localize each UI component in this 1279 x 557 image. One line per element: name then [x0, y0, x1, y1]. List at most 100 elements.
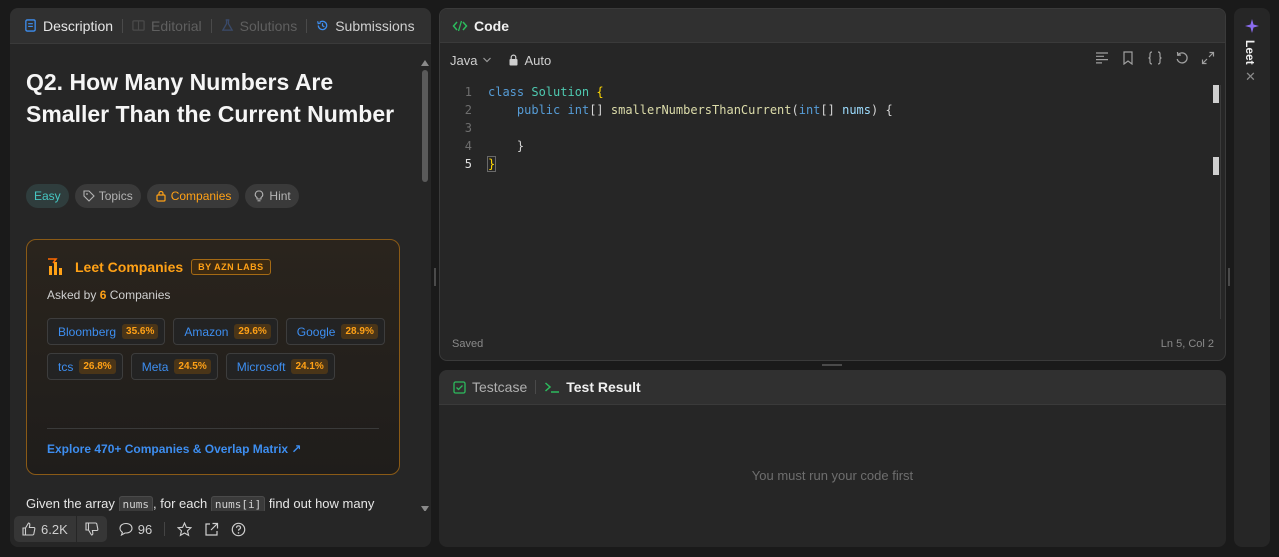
editor-scrollbar[interactable]	[1213, 85, 1221, 319]
problem-content: Q2. How Many Numbers Are Smaller Than th…	[10, 44, 431, 512]
problem-scrollbar[interactable]	[421, 60, 429, 512]
favorite-button[interactable]	[177, 521, 193, 537]
tab-test-result-label: Test Result	[566, 379, 641, 395]
tab-submissions-label: Submissions	[335, 17, 415, 34]
sparkle-icon[interactable]	[1244, 18, 1260, 34]
comment-count: 96	[137, 521, 153, 537]
companies-chip[interactable]: Companies	[146, 184, 240, 208]
scroll-track	[1220, 85, 1221, 319]
desc-text: find out how many	[268, 496, 375, 511]
tab-divider	[210, 18, 212, 33]
tab-description[interactable]: Description	[24, 18, 122, 34]
topics-chip[interactable]: Topics	[74, 184, 141, 208]
company-pct: 24.1%	[291, 359, 328, 374]
tab-divider	[122, 18, 124, 33]
book-icon	[132, 20, 145, 31]
right-resize-handle[interactable]	[1228, 268, 1230, 286]
code-editor[interactable]: 1 class Solution { 2 public int[] smalle…	[440, 83, 1225, 323]
tab-editorial-label: Editorial	[151, 17, 202, 34]
company-name: Google	[296, 324, 336, 339]
auto-mode-toggle[interactable]: Auto	[508, 53, 551, 68]
code-line: 1 class Solution {	[440, 83, 1225, 101]
tab-divider	[535, 380, 537, 394]
bar-chart-logo-icon	[48, 258, 62, 275]
like-count: 6.2K	[41, 521, 68, 537]
tab-test-result[interactable]: Test Result	[544, 379, 641, 395]
flask-icon	[221, 19, 233, 31]
dislike-button[interactable]	[77, 516, 107, 542]
leet-side-strip: Leet ✕	[1234, 8, 1270, 547]
line-source: }	[488, 139, 525, 153]
reset-icon[interactable]	[1175, 51, 1189, 65]
tab-submissions[interactable]: Submissions	[316, 18, 423, 34]
like-button[interactable]: 6.2K	[14, 516, 76, 542]
star-icon	[177, 521, 193, 537]
line-source: class Solution {	[488, 85, 604, 99]
asked-suffix: Companies	[109, 288, 171, 302]
company-name: Meta	[141, 359, 169, 374]
hint-chip[interactable]: Hint	[245, 184, 299, 208]
scroll-thumb[interactable]	[422, 70, 428, 182]
explore-companies-link[interactable]: Explore 470+ Companies & Overlap Matrix …	[47, 442, 301, 456]
tab-testcase-label: Testcase	[472, 379, 528, 395]
left-resize-handle[interactable]	[434, 268, 436, 286]
company-pill-microsoft[interactable]: Microsoft 24.1%	[225, 353, 335, 380]
auto-mode-label: Auto	[524, 52, 552, 68]
problem-footer: 6.2K 96	[10, 511, 431, 547]
company-name: tcs	[58, 359, 74, 374]
company-name: Amazon	[184, 324, 229, 339]
scroll-up-arrow-icon[interactable]	[421, 60, 429, 66]
vote-group: 6.2K	[14, 516, 107, 542]
expand-icon[interactable]	[1201, 51, 1215, 65]
close-icon[interactable]: ✕	[1245, 69, 1256, 85]
company-pct: 24.5%	[174, 359, 211, 374]
document-icon	[25, 19, 36, 32]
tab-solutions[interactable]: Solutions	[221, 18, 307, 34]
company-pill-meta[interactable]: Meta 24.5%	[130, 353, 218, 380]
language-select[interactable]: Java	[450, 53, 492, 68]
company-pct: 26.8%	[79, 359, 116, 374]
thumbs-up-icon	[22, 522, 36, 536]
inline-code: nums	[118, 496, 153, 512]
code-header-title: Code	[474, 17, 509, 34]
asked-count: 6	[99, 288, 107, 302]
checkbox-icon	[453, 380, 466, 394]
share-button[interactable]	[204, 522, 219, 537]
editor-status-bar: Saved Ln 5, Col 2	[452, 338, 1214, 350]
lightbulb-icon	[255, 190, 264, 202]
companies-label: Companies	[170, 189, 232, 203]
company-name: Bloomberg	[58, 324, 117, 339]
code-line: 2 public int[] smallerNumbersThanCurrent…	[440, 101, 1225, 119]
comments-button[interactable]: 96	[119, 522, 152, 537]
bookmark-icon[interactable]	[1121, 51, 1135, 65]
company-pill-amazon[interactable]: Amazon 29.6%	[173, 318, 278, 345]
problem-title[interactable]: Q2. How Many Numbers Are Smaller Than th…	[26, 66, 406, 130]
format-lines-icon[interactable]	[1095, 51, 1109, 65]
company-pill-tcs[interactable]: tcs 26.8%	[47, 353, 123, 380]
help-button[interactable]	[231, 522, 246, 537]
code-line: 5 }	[440, 155, 1225, 173]
tab-testcase[interactable]: Testcase	[453, 379, 527, 395]
leet-strip-label[interactable]: Leet	[1243, 40, 1257, 65]
test-result-message: You must run your code first	[751, 468, 914, 483]
braces-icon[interactable]	[1147, 51, 1163, 65]
inline-code: nums[i]	[210, 496, 266, 512]
code-header: Code	[440, 9, 1225, 43]
company-pill-bloomberg[interactable]: Bloomberg 35.6%	[47, 318, 166, 345]
line-source	[472, 119, 546, 137]
cursor-position: Ln 5, Col 2	[1160, 338, 1214, 350]
horizontal-resize-handle[interactable]	[822, 364, 842, 366]
line-number: 3	[464, 121, 472, 135]
question-circle-icon	[231, 522, 246, 536]
desc-text: , for each	[153, 496, 208, 511]
line-source: public int[] smallerNumbersThanCurrent(i…	[516, 103, 893, 117]
company-pill-google[interactable]: Google 28.9%	[285, 318, 385, 345]
footer-divider	[164, 522, 166, 536]
line-number: 4	[464, 139, 472, 153]
save-status: Saved	[452, 338, 484, 350]
code-panel: Code Java Auto 1 class Solution {2 publ…	[439, 8, 1226, 361]
line-number: 1	[464, 85, 472, 99]
problem-chips: Easy Topics Companies Hint	[26, 184, 299, 208]
company-list: Bloomberg 35.6% Amazon 29.6% Google 28.9…	[47, 318, 387, 380]
tab-editorial[interactable]: Editorial	[132, 18, 211, 34]
